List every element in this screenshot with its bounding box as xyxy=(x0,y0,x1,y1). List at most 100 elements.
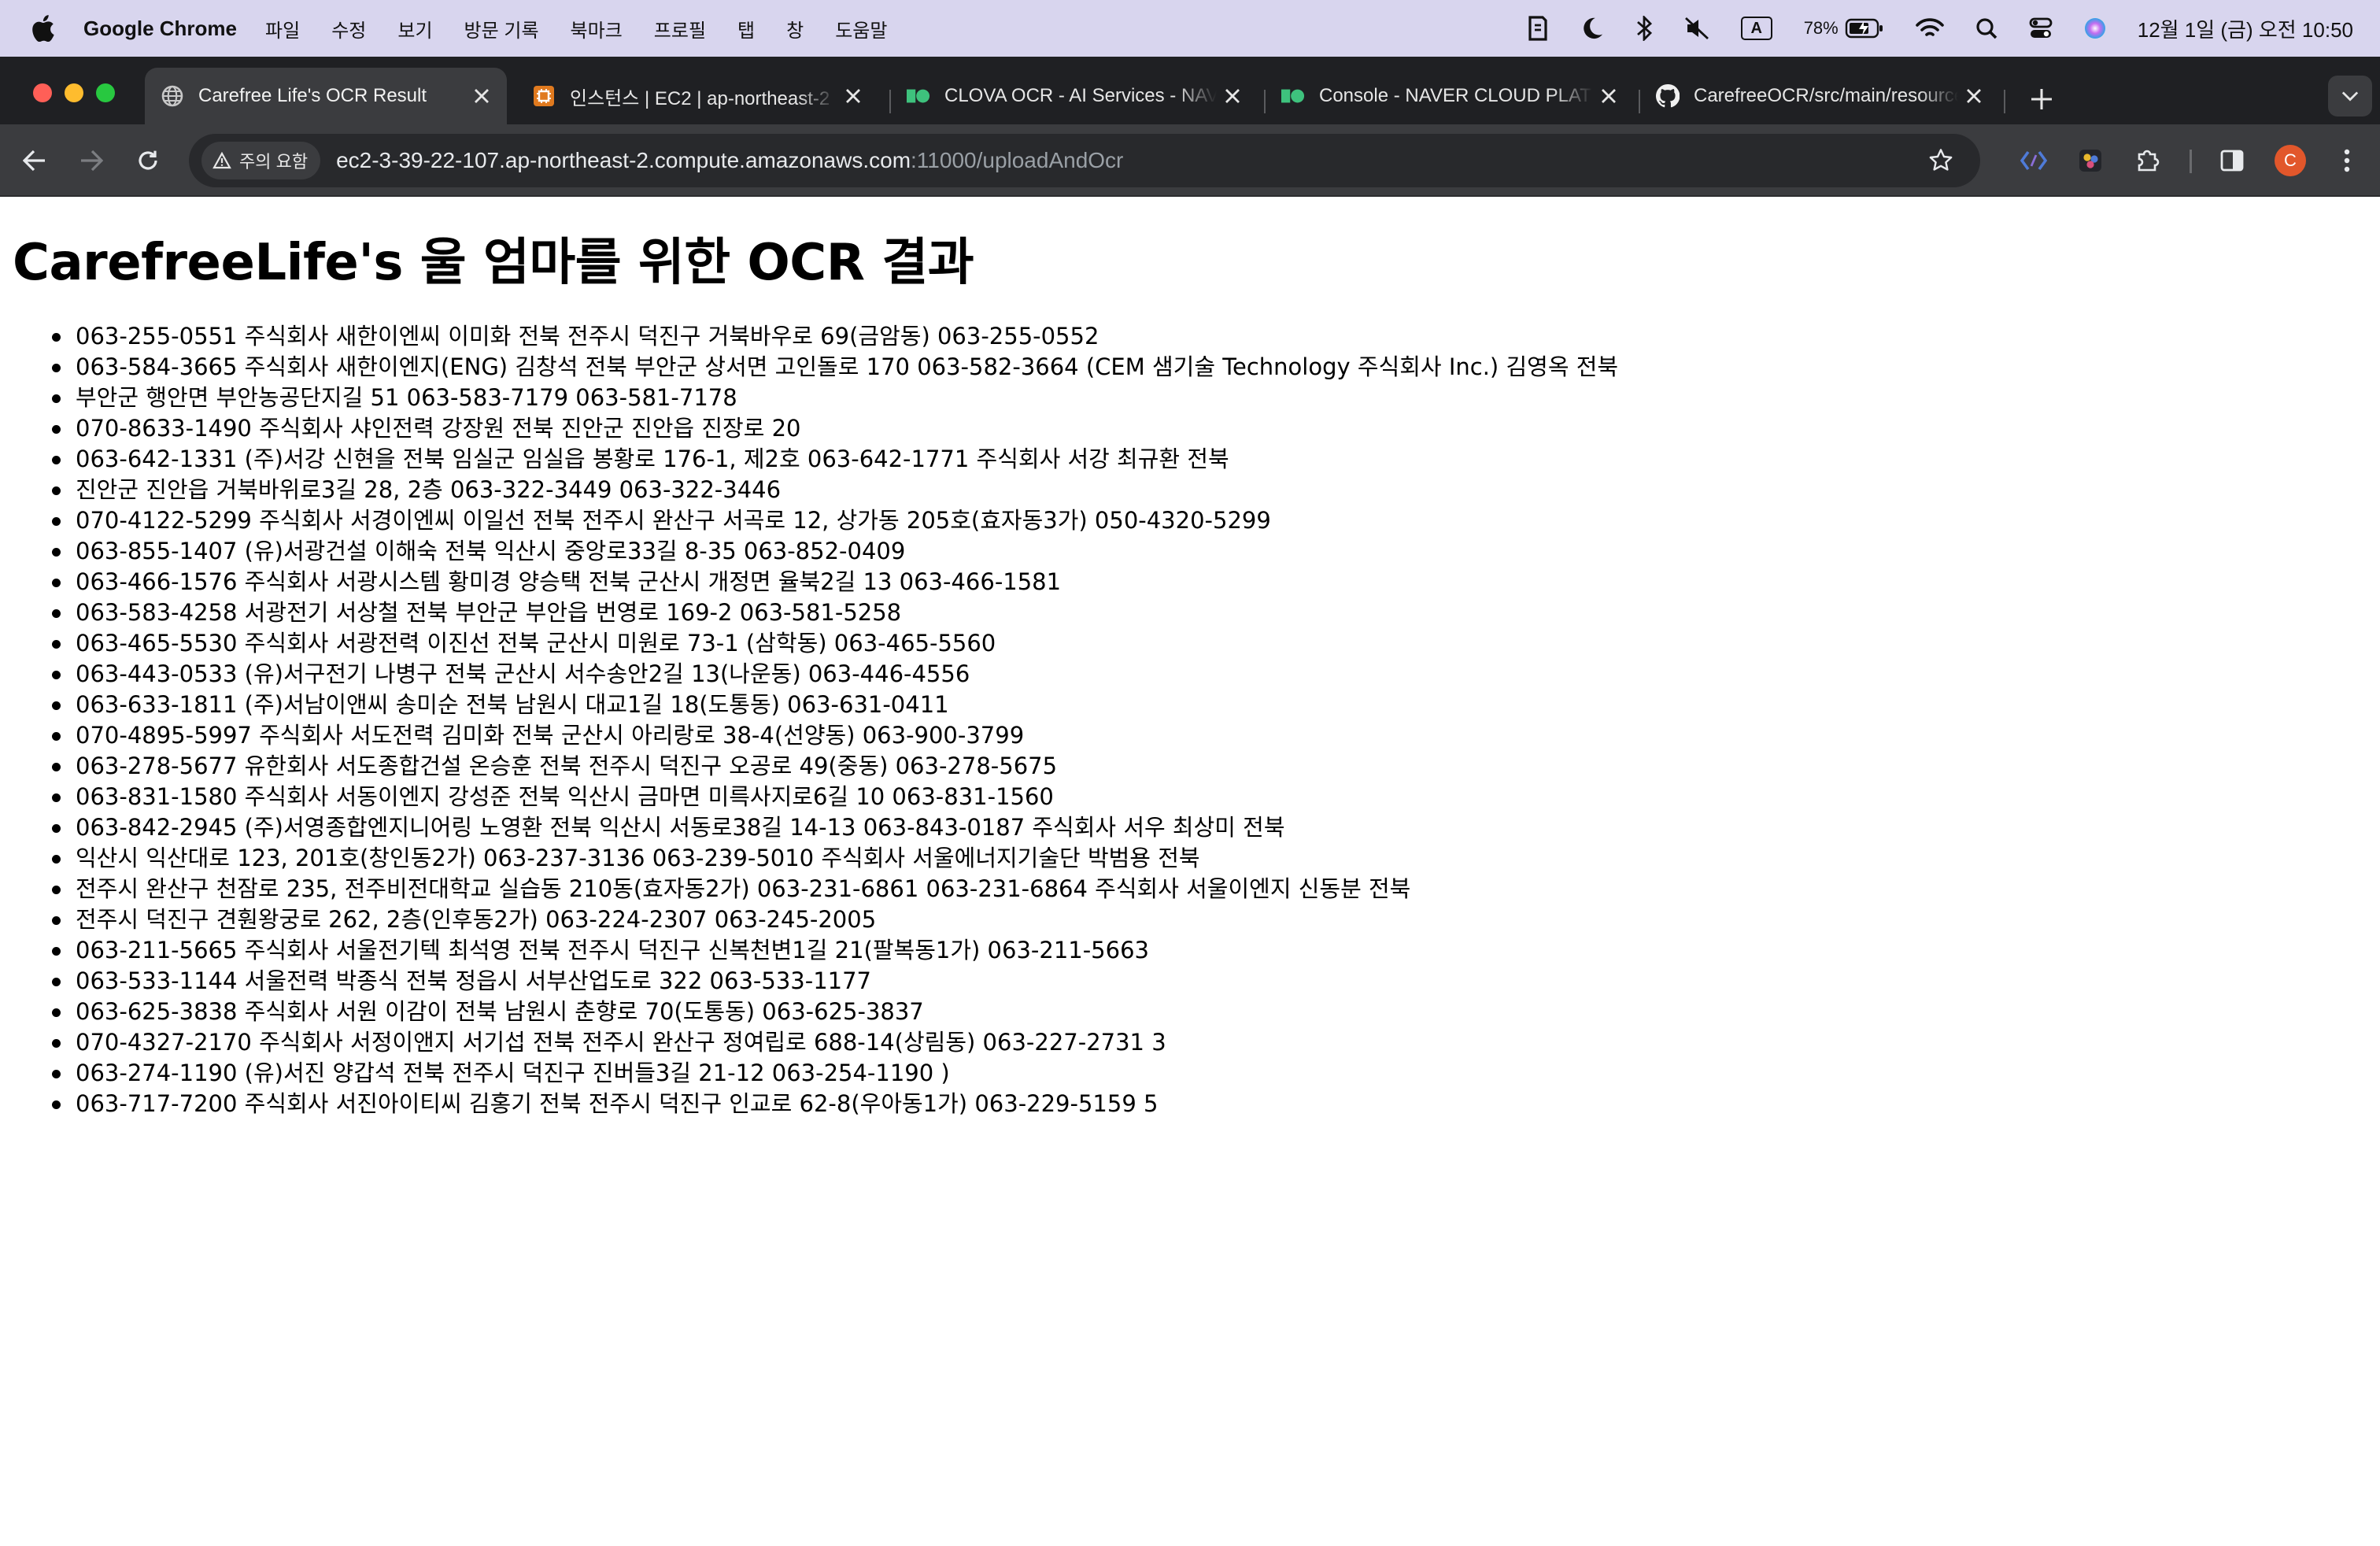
extension-palette-icon[interactable] xyxy=(2071,142,2109,179)
list-item: 070-8633-1490 주식회사 샤인전력 강장원 전북 진안군 진안읍 진… xyxy=(51,413,1618,444)
battery-charging-icon xyxy=(1845,18,1883,39)
list-item: 063-465-5530 주식회사 서광전력 이진선 전북 군산시 미원로 73… xyxy=(51,628,1618,659)
menu-help[interactable]: 도움말 xyxy=(835,15,887,43)
list-item: 063-642-1331 (주)서강 신현을 전북 임실군 임실읍 봉황로 17… xyxy=(51,444,1618,475)
list-item: 070-4327-2170 주식회사 서정이앤지 서기섭 전북 전주시 완산구 … xyxy=(51,1027,1618,1058)
menu-profiles[interactable]: 프로필 xyxy=(654,15,706,43)
menu-edit[interactable]: 수정 xyxy=(331,15,366,43)
url-host: ec2-3-39-22-107.ap-northeast-2.compute.a… xyxy=(336,148,911,172)
tab-naver-console[interactable]: Console - NAVER CLOUD PLATFORM xyxy=(1266,68,1634,124)
ocr-results-list: 063-255-0551 주식회사 새한이엔씨 이미화 전북 전주시 덕진구 거… xyxy=(51,321,1618,1119)
extension-code-brackets-icon[interactable] xyxy=(2015,142,2053,179)
tab-title: Console - NAVER CLOUD PLATFORM xyxy=(1319,85,1593,106)
menu-bookmarks[interactable]: 북마크 xyxy=(571,15,623,43)
security-warning-label: 주의 요함 xyxy=(239,152,309,172)
list-item: 063-278-5677 유한회사 서도종합건설 온승훈 전북 전주시 덕진구 … xyxy=(51,751,1618,782)
browser-tab-strip: Carefree Life's OCR Result 인스턴스 | EC2 | … xyxy=(0,57,2380,124)
tab-separator xyxy=(2004,90,2005,113)
volume-muted-icon[interactable] xyxy=(1684,17,1709,40)
page-content: CarefreeLife's 울 엄마를 위한 OCR 결과 063-255-0… xyxy=(0,198,2380,1546)
tab-close-icon[interactable] xyxy=(1958,80,1990,112)
list-item: 063-443-0533 (유)서구전기 나병구 전북 군산시 서수송안2길 1… xyxy=(51,659,1618,690)
macos-menu-bar: Google Chrome 파일 수정 보기 방문 기록 북마크 프로필 탭 창… xyxy=(0,0,2380,57)
menu-window[interactable]: 창 xyxy=(786,15,804,43)
tab-close-icon[interactable] xyxy=(837,80,869,112)
list-item: 063-533-1144 서울전력 박종식 전북 정읍시 서부산업도로 322 … xyxy=(51,966,1618,997)
control-center-icon[interactable] xyxy=(2029,17,2053,39)
list-item: 063-717-7200 주식회사 서진아이티씨 김홍기 전북 전주시 덕진구 … xyxy=(51,1089,1618,1119)
naver-cloud-icon xyxy=(1281,84,1305,108)
extensions-puzzle-icon[interactable] xyxy=(2128,142,2166,179)
bookmark-star-icon[interactable] xyxy=(1925,145,1957,176)
list-item: 063-625-3838 주식회사 서원 이감이 전북 남원시 춘향로 70(도… xyxy=(51,997,1618,1027)
security-warning-chip[interactable]: 주의 요함 xyxy=(201,142,321,179)
list-item: 070-4895-5997 주식회사 서도전력 김미화 전북 군산시 아리랑로 … xyxy=(51,720,1618,751)
menu-bar-tray: A 78% 12월 1일 (금) 오전 10:50 xyxy=(1495,0,2380,57)
menu-tab[interactable]: 탭 xyxy=(737,15,755,43)
list-item: 063-255-0551 주식회사 새한이엔씨 이미화 전북 전주시 덕진구 거… xyxy=(51,321,1618,352)
toolbar-divider xyxy=(2190,150,2192,173)
chrome-menu-kebab-icon[interactable] xyxy=(2328,142,2366,179)
wifi-icon[interactable] xyxy=(1915,17,1944,39)
page-title: CarefreeLife's 울 엄마를 위한 OCR 결과 xyxy=(13,234,974,292)
menu-bar-clock[interactable]: 12월 1일 (금) 오전 10:50 xyxy=(2138,14,2353,43)
tab-close-icon[interactable] xyxy=(1593,80,1624,112)
github-icon xyxy=(1656,84,1680,108)
focus-moon-icon[interactable] xyxy=(1580,17,1604,40)
new-tab-plus-icon[interactable] xyxy=(2026,83,2057,115)
menu-file[interactable]: 파일 xyxy=(265,15,300,43)
tab-github-carefreeocr[interactable]: CarefreeOCR/src/main/resources xyxy=(1640,68,1999,124)
menu-history[interactable]: 방문 기록 xyxy=(464,15,539,43)
tab-clova-ocr[interactable]: CLOVA OCR - AI Services - NAVER xyxy=(891,68,1258,124)
address-bar[interactable]: 주의 요함 ec2-3-39-22-107.ap-northeast-2.com… xyxy=(189,134,1980,187)
list-item: 063-583-4258 서광전기 서상철 전북 부안군 부안읍 번영로 169… xyxy=(51,597,1618,628)
spotlight-search-icon[interactable] xyxy=(1975,17,1998,39)
screen-time-icon[interactable] xyxy=(1527,16,1549,41)
apple-logo-icon[interactable] xyxy=(27,11,61,46)
tab-close-icon[interactable] xyxy=(466,80,497,112)
side-panel-icon[interactable] xyxy=(2213,142,2251,179)
back-arrow-icon[interactable] xyxy=(16,142,54,179)
list-item: 진안군 진안읍 거북바위로3길 28, 2층 063-322-3449 063-… xyxy=(51,475,1618,505)
list-item: 063-855-1407 (유)서광건설 이해숙 전북 익산시 중앙로33길 8… xyxy=(51,536,1618,567)
warning-triangle-icon xyxy=(213,152,231,169)
list-item: 063-211-5665 주식회사 서울전기텍 최석영 전북 전주시 덕진구 신… xyxy=(51,935,1618,966)
aws-ec2-icon xyxy=(532,84,556,108)
tab-ocr-result[interactable]: Carefree Life's OCR Result xyxy=(145,68,507,124)
browser-toolbar: 주의 요함 ec2-3-39-22-107.ap-northeast-2.com… xyxy=(0,124,2380,197)
battery-status[interactable]: 78% xyxy=(1804,18,1884,39)
list-item: 063-466-1576 주식회사 서광시스템 황미경 양승택 전북 군산시 개… xyxy=(51,567,1618,597)
list-item: 070-4122-5299 주식회사 서경이엔씨 이일선 전북 전주시 완산구 … xyxy=(51,505,1618,536)
forward-arrow-icon[interactable] xyxy=(72,142,110,179)
url-text[interactable]: ec2-3-39-22-107.ap-northeast-2.compute.a… xyxy=(336,148,1123,173)
globe-icon xyxy=(161,84,184,108)
siri-icon[interactable] xyxy=(2084,17,2106,39)
list-item: 063-633-1811 (주)서남이앤씨 송미순 전북 남원시 대교1길 18… xyxy=(51,690,1618,720)
tab-title: 인스턴스 | EC2 | ap-northeast-2 xyxy=(570,87,830,109)
url-path: :11000/uploadAndOcr xyxy=(911,148,1124,172)
window-close-button[interactable] xyxy=(33,83,52,102)
list-item: 전주시 덕진구 견훤왕궁로 262, 2층(인후동2가) 063-224-230… xyxy=(51,904,1618,935)
battery-percent: 78% xyxy=(1803,18,1839,38)
menu-view[interactable]: 보기 xyxy=(397,15,432,43)
input-source-icon[interactable]: A xyxy=(1740,17,1772,40)
tab-search-chevron-down-icon[interactable] xyxy=(2328,76,2372,117)
profile-avatar[interactable]: C xyxy=(2275,145,2306,176)
naver-cloud-icon xyxy=(907,84,930,108)
list-item: 063-584-3665 주식회사 새한이엔지(ENG) 김창석 전북 부안군 … xyxy=(51,352,1618,383)
reload-icon[interactable] xyxy=(129,142,167,179)
tab-title: CLOVA OCR - AI Services - NAVER xyxy=(944,85,1217,106)
app-name-menu[interactable]: Google Chrome xyxy=(83,17,237,41)
window-minimize-button[interactable] xyxy=(65,83,83,102)
list-item: 부안군 행안면 부안농공단지길 51 063-583-7179 063-581-… xyxy=(51,383,1618,413)
list-item: 063-831-1580 주식회사 서동이엔지 강성준 전북 익산시 금마면 미… xyxy=(51,782,1618,812)
tab-title: Carefree Life's OCR Result xyxy=(198,85,427,106)
list-item: 063-842-2945 (주)서영종합엔지니어링 노영환 전북 익산시 서동로… xyxy=(51,812,1618,843)
input-source-label: A xyxy=(1740,17,1772,40)
tab-aws-ec2[interactable]: 인스턴스 | EC2 | ap-northeast-2 xyxy=(516,68,878,124)
tab-close-icon[interactable] xyxy=(1217,80,1248,112)
tab-title: CarefreeOCR/src/main/resources xyxy=(1694,85,1958,106)
list-item: 전주시 완산구 천잠로 235, 전주비전대학교 실습동 210동(효자동2가)… xyxy=(51,874,1618,904)
window-zoom-button[interactable] xyxy=(96,83,115,102)
bluetooth-icon[interactable] xyxy=(1635,16,1653,41)
